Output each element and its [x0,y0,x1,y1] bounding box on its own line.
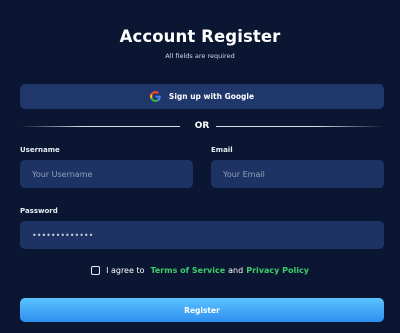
username-input[interactable] [32,169,181,179]
email-field[interactable] [211,160,384,188]
password-field[interactable] [20,221,384,249]
email-input[interactable] [223,169,372,179]
password-input[interactable] [32,230,372,240]
google-signup-label: Sign up with Google [168,92,255,101]
agree-prefix-text: I agree to [106,266,145,275]
agree-checkbox[interactable] [91,266,101,275]
agree-conjunction-text: and [228,266,244,275]
password-label: Password [20,207,58,215]
google-icon [149,91,161,102]
google-signup-button[interactable]: Sign up with Google [20,84,384,109]
username-field[interactable] [20,160,193,188]
or-divider: OR [20,119,384,133]
terms-of-service-link[interactable]: Terms of Service [150,266,225,275]
register-button[interactable]: Register [20,298,384,322]
divider-line-right [216,126,384,127]
page-subtitle: All fields are required [165,52,235,60]
email-label: Email [211,146,233,154]
username-label: Username [20,146,60,154]
page-title: Account Register [119,27,281,46]
terms-agreement: I agree to Terms of Service and Privacy … [0,266,400,275]
privacy-policy-link[interactable]: Privacy Policy [246,266,309,275]
